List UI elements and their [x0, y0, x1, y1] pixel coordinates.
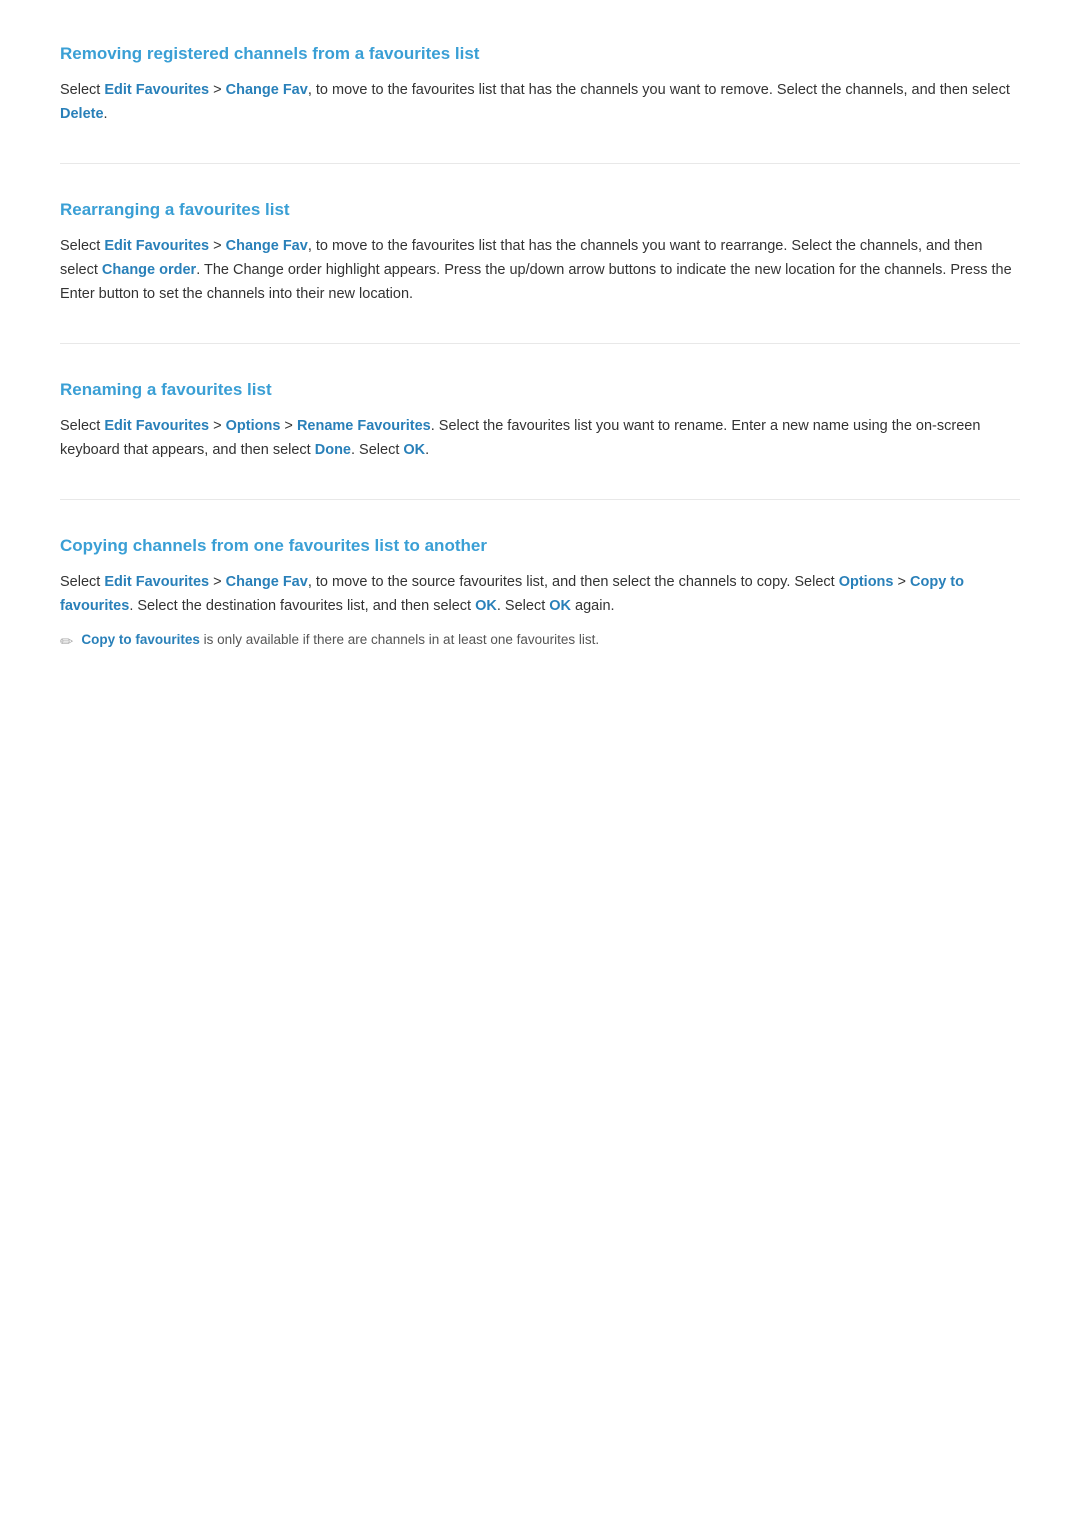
section-title-renaming: Renaming a favourites list: [60, 376, 1020, 403]
section-body-renaming: Select Edit Favourites > Options > Renam…: [60, 415, 1020, 463]
inline-highlight: Rename Favourites: [297, 418, 431, 434]
inline-highlight: Edit Favourites: [104, 82, 209, 98]
inline-highlight: Edit Favourites: [104, 574, 209, 590]
section-rearranging: Rearranging a favourites list Select Edit…: [60, 196, 1020, 307]
inline-highlight: Edit Favourites: [104, 238, 209, 254]
inline-highlight: OK: [549, 598, 571, 614]
section-divider: [60, 163, 1020, 164]
section-title-removing: Removing registered channels from a favo…: [60, 40, 1020, 67]
inline-highlight: Options: [226, 418, 281, 434]
page-content: Removing registered channels from a favo…: [60, 40, 1020, 656]
inline-highlight: Options: [839, 574, 894, 590]
inline-highlight: OK: [403, 442, 425, 458]
section-title-copying: Copying channels from one favourites lis…: [60, 532, 1020, 559]
inline-highlight: Change order: [102, 262, 196, 278]
inline-highlight: Change Fav: [226, 238, 308, 254]
note-highlight: Copy to favourites: [81, 632, 200, 647]
inline-highlight: Edit Favourites: [104, 418, 209, 434]
section-removing: Removing registered channels from a favo…: [60, 40, 1020, 127]
note-text: Copy to favourites is only available if …: [81, 629, 599, 651]
inline-highlight: Done: [315, 442, 351, 458]
pencil-icon: ✏: [60, 630, 73, 656]
inline-highlight: Delete: [60, 106, 104, 122]
note-block: ✏ Copy to favourites is only available if…: [60, 629, 1020, 656]
section-title-rearranging: Rearranging a favourites list: [60, 196, 1020, 223]
inline-highlight: Change Fav: [226, 82, 308, 98]
inline-highlight: Change Fav: [226, 574, 308, 590]
section-renaming: Renaming a favourites list Select Edit Fa…: [60, 376, 1020, 463]
section-divider: [60, 343, 1020, 344]
section-divider: [60, 499, 1020, 500]
section-body-copying: Select Edit Favourites > Change Fav, to …: [60, 571, 1020, 619]
section-body-removing: Select Edit Favourites > Change Fav, to …: [60, 79, 1020, 127]
section-body-rearranging: Select Edit Favourites > Change Fav, to …: [60, 235, 1020, 307]
section-copying: Copying channels from one favourites lis…: [60, 532, 1020, 656]
inline-highlight: OK: [475, 598, 497, 614]
